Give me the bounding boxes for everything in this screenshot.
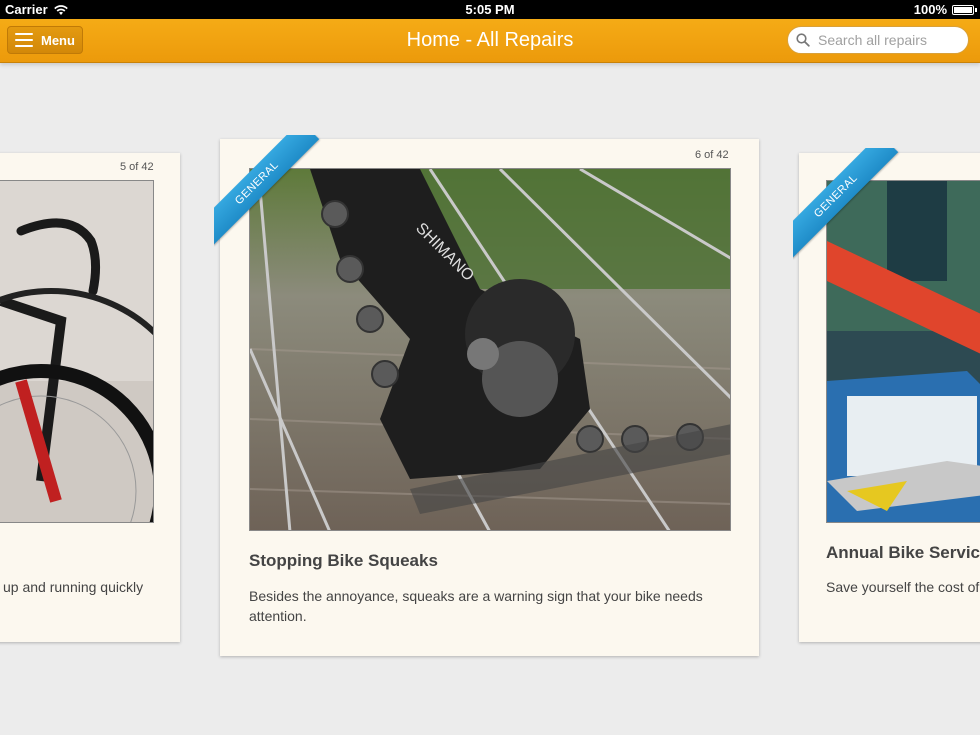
ribbon-label: GENERAL (793, 148, 899, 259)
repair-card-previous[interactable]: 5 of 42 up and running quickly (0, 153, 180, 642)
status-bar: Carrier 5:05 PM 100% (0, 0, 980, 19)
card-photo (0, 180, 154, 523)
search-box[interactable] (787, 26, 969, 54)
ribbon-label: GENERAL (214, 135, 320, 246)
card-description: Besides the annoyance, squeaks are a war… (249, 588, 703, 624)
card-title: Stopping Bike Squeaks (249, 551, 438, 570)
battery-icon (952, 4, 977, 15)
nav-bar: Menu Home - All Repairs (0, 19, 980, 63)
battery-percent: 100% (913, 2, 947, 17)
status-time: 5:05 PM (465, 2, 515, 17)
category-ribbon: GENERAL (214, 135, 334, 255)
card-counter: 5 of 42 (120, 161, 154, 173)
card-description: Save yourself the cost of (826, 579, 980, 595)
category-ribbon: GENERAL (793, 148, 913, 268)
search-icon (796, 33, 810, 47)
search-input[interactable] (816, 31, 960, 49)
card-description: up and running quickly (3, 579, 144, 595)
battery-indicator: 100% (913, 2, 977, 17)
card-title: Annual Bike Service (826, 543, 980, 562)
card-counter: 6 of 42 (695, 149, 729, 161)
bike-photo-image (0, 181, 153, 522)
